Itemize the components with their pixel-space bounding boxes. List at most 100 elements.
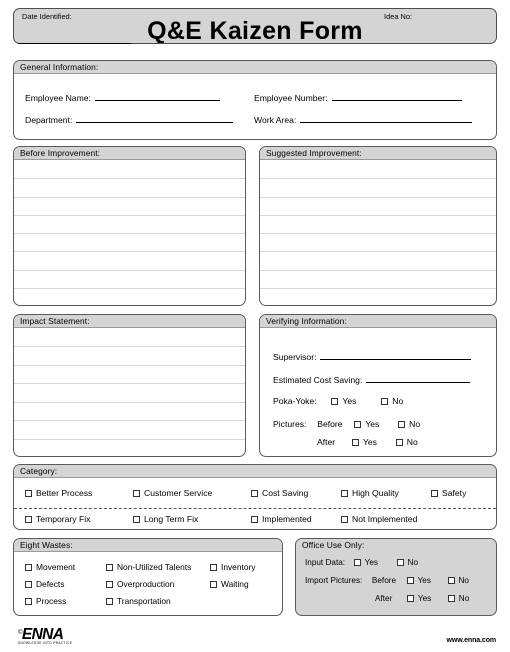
not-implemented-checkbox[interactable] <box>341 516 348 523</box>
import-before-label: Before <box>371 576 397 585</box>
input-data-label: Input Data: <box>305 558 346 567</box>
category-option-safety[interactable]: Safety <box>431 488 466 498</box>
implemented-checkbox[interactable] <box>251 516 258 523</box>
eight-wastes-title: Eight Wastes: <box>14 539 282 552</box>
rule-line <box>14 288 245 289</box>
before-improvement-title: Before Improvement: <box>14 147 245 160</box>
waiting-checkbox[interactable] <box>210 581 217 588</box>
before-improvement-writing-area[interactable] <box>14 160 245 305</box>
general-information-panel: General Information: Employee Name: Empl… <box>13 60 497 140</box>
movement-checkbox[interactable] <box>25 564 32 571</box>
rule-line <box>14 402 245 403</box>
pictures-before-label: Before <box>317 419 343 429</box>
rule-line <box>14 178 245 179</box>
pictures-after-yes-checkbox[interactable] <box>351 439 359 446</box>
poka-yoke-yes-checkbox[interactable] <box>331 398 339 405</box>
pictures-before-no-label: No <box>409 419 421 429</box>
category-option-implemented[interactable]: Implemented <box>251 514 312 524</box>
defects-checkbox[interactable] <box>25 581 32 588</box>
supervisor-field[interactable]: Supervisor: <box>273 350 472 362</box>
better-process-checkbox[interactable] <box>25 490 32 497</box>
category-option-temporary-fix[interactable]: Temporary Fix <box>25 514 90 524</box>
waste-option-inventory[interactable]: Inventory <box>210 562 255 572</box>
transportation-checkbox[interactable] <box>106 598 113 605</box>
category-option-better-process[interactable]: Better Process <box>25 488 92 498</box>
waste-option-defects[interactable]: Defects <box>25 579 64 589</box>
category-option-high-quality[interactable]: High Quality <box>341 488 399 498</box>
rule-line <box>14 251 245 252</box>
employee-name-label: Employee Name: <box>25 93 91 103</box>
safety-checkbox[interactable] <box>431 490 438 497</box>
employee-name-input[interactable] <box>94 91 220 101</box>
employee-number-field[interactable]: Employee Number: <box>254 91 462 103</box>
customer-service-checkbox[interactable] <box>133 490 140 497</box>
department-input[interactable] <box>76 113 234 123</box>
better-process-label: Better Process <box>36 488 93 498</box>
verifying-information-title: Verifying Information: <box>260 315 496 328</box>
waste-option-movement[interactable]: Movement <box>25 562 75 572</box>
rule-line <box>260 270 496 271</box>
input-data-no-checkbox[interactable] <box>396 559 404 566</box>
work-area-input[interactable] <box>300 113 473 123</box>
waste-option-transportation[interactable]: Transportation <box>106 596 171 606</box>
impact-statement-panel: Impact Statement: <box>13 314 246 457</box>
suggested-improvement-rule-lines <box>260 160 496 305</box>
overproduction-checkbox[interactable] <box>106 581 113 588</box>
work-area-field[interactable]: Work Area: <box>254 113 473 125</box>
rule-line <box>260 197 496 198</box>
waste-option-process[interactable]: Process <box>25 596 66 606</box>
inventory-checkbox[interactable] <box>210 564 217 571</box>
high-quality-checkbox[interactable] <box>341 490 348 497</box>
high-quality-label: High Quality <box>352 488 399 498</box>
temporary-fix-checkbox[interactable] <box>25 516 32 523</box>
pictures-label: Pictures: <box>273 419 307 429</box>
pictures-before-no-checkbox[interactable] <box>398 421 406 428</box>
office-use-only-title: Office Use Only: <box>296 539 496 552</box>
category-option-not-implemented[interactable]: Not Implemented <box>341 514 417 524</box>
import-before-no-checkbox[interactable] <box>447 577 455 584</box>
long-term-fix-checkbox[interactable] <box>133 516 140 523</box>
non-utilized-talents-checkbox[interactable] <box>106 564 113 571</box>
estimated-cost-saving-field[interactable]: Estimated Cost Saving: <box>273 373 471 385</box>
long-term-fix-label: Long Term Fix <box>144 514 199 524</box>
category-option-cost-saving[interactable]: Cost Saving <box>251 488 308 498</box>
date-identified-input-rule[interactable] <box>18 43 131 44</box>
form-title-bar: Date Identified: Idea No: Q&E Kaizen For… <box>13 8 497 44</box>
waste-option-waiting[interactable]: Waiting <box>210 579 249 589</box>
impact-statement-writing-area[interactable] <box>14 328 245 456</box>
rule-line <box>260 251 496 252</box>
input-data-yes-checkbox[interactable] <box>353 559 361 566</box>
overproduction-label: Overproduction <box>117 579 175 589</box>
pictures-before-yes-checkbox[interactable] <box>354 421 362 428</box>
category-option-customer-service[interactable]: Customer Service <box>133 488 212 498</box>
rule-line <box>14 233 245 234</box>
import-after-no-checkbox[interactable] <box>447 595 455 602</box>
import-after-yes-checkbox[interactable] <box>406 595 414 602</box>
before-improvement-rule-lines <box>14 160 245 305</box>
poka-yoke-no-checkbox[interactable] <box>381 398 389 405</box>
cost-saving-checkbox[interactable] <box>251 490 258 497</box>
non-utilized-talents-label: Non-Utilized Talents <box>117 562 192 572</box>
import-before-yes-checkbox[interactable] <box>406 577 414 584</box>
safety-label: Safety <box>442 488 467 498</box>
pictures-after-no-checkbox[interactable] <box>395 439 403 446</box>
process-checkbox[interactable] <box>25 598 32 605</box>
rule-line <box>260 215 496 216</box>
category-option-long-term-fix[interactable]: Long Term Fix <box>133 514 198 524</box>
department-field[interactable]: Department: <box>25 113 234 125</box>
waste-option-non-utilized-talents[interactable]: Non-Utilized Talents <box>106 562 191 572</box>
pictures-after-no-label: No <box>406 437 418 447</box>
before-improvement-panel: Before Improvement: <box>13 146 246 306</box>
rule-line <box>260 233 496 234</box>
supervisor-input[interactable] <box>320 350 472 360</box>
estimated-cost-saving-input[interactable] <box>366 373 471 383</box>
enna-logo: ©ENNA KNOWLEDGE INTO PRACTICE <box>18 626 113 646</box>
customer-service-label: Customer Service <box>144 488 213 498</box>
waste-option-overproduction[interactable]: Overproduction <box>106 579 174 589</box>
employee-name-field[interactable]: Employee Name: <box>25 91 220 103</box>
cost-saving-label: Cost Saving <box>262 488 309 498</box>
category-divider <box>14 508 496 509</box>
employee-number-label: Employee Number: <box>254 93 328 103</box>
suggested-improvement-writing-area[interactable] <box>260 160 496 305</box>
employee-number-input[interactable] <box>331 91 462 101</box>
